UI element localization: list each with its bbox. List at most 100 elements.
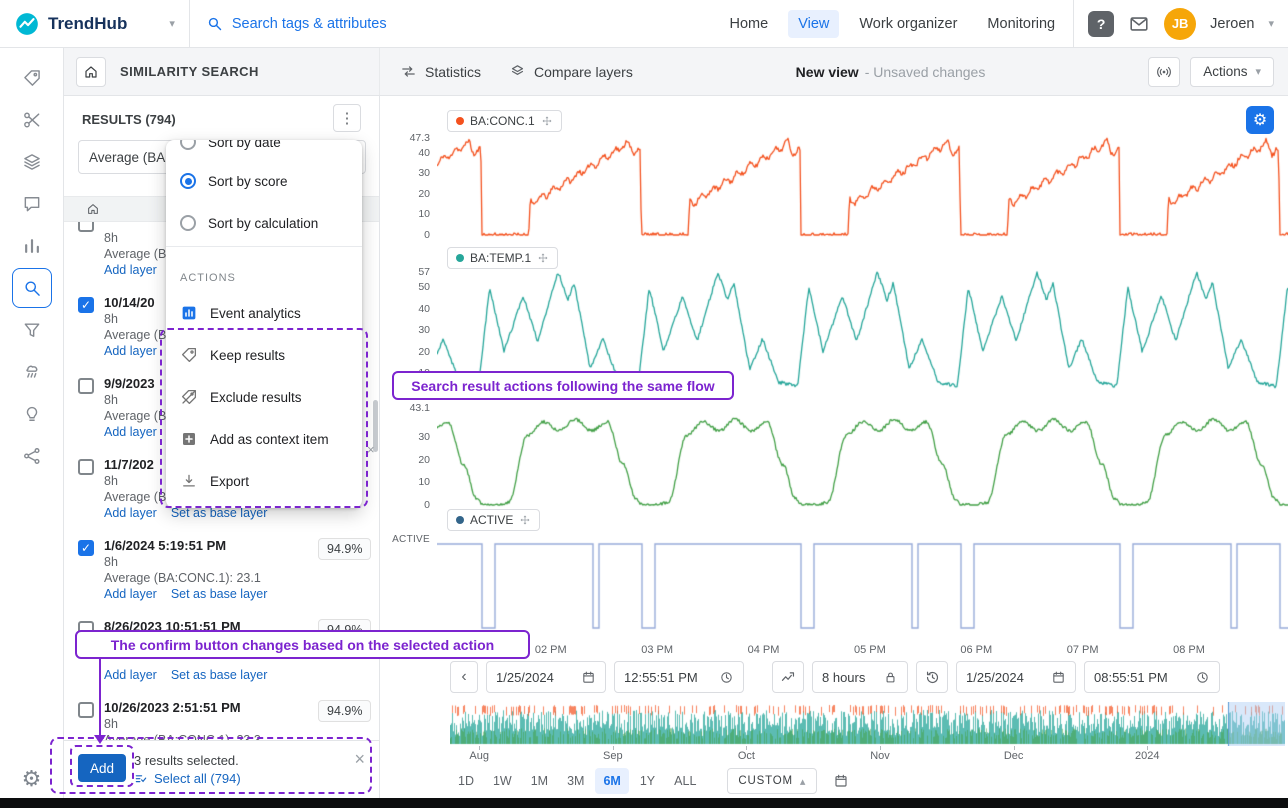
sidebar-item-comment[interactable] xyxy=(12,184,52,224)
result-checkbox[interactable] xyxy=(78,378,94,394)
bulb-icon xyxy=(22,404,42,424)
user-menu-caret-icon[interactable]: ▾ xyxy=(1268,17,1274,30)
result-duration: 8h xyxy=(104,393,118,407)
header-divider-2 xyxy=(1073,0,1074,48)
zoom-1d[interactable]: 1D xyxy=(450,768,482,794)
menu-action-event-analytics[interactable]: Event analytics xyxy=(166,292,362,334)
sidebar-item-gear[interactable]: ⚙ xyxy=(22,766,42,792)
brand-caret-icon[interactable]: ▾ xyxy=(169,17,175,30)
avatar[interactable]: JB xyxy=(1164,8,1196,40)
nav-item-view[interactable]: View xyxy=(788,10,839,38)
sidebar-item-layers[interactable] xyxy=(12,142,52,182)
live-button[interactable] xyxy=(1148,57,1180,87)
result-checkbox[interactable] xyxy=(78,540,94,556)
menu-action-exclude-results[interactable]: Exclude results xyxy=(166,376,362,418)
end-time-field[interactable]: 08:55:51 PM xyxy=(1084,661,1220,693)
menu-option-sort-by-date[interactable]: Sort by date xyxy=(166,140,362,160)
custom-calendar-button[interactable] xyxy=(828,768,854,794)
add-button[interactable]: Add xyxy=(78,754,126,782)
tab-statistics[interactable]: Statistics xyxy=(400,63,481,80)
nav-item-home[interactable]: Home xyxy=(720,10,779,38)
add-layer-link[interactable]: Add layer xyxy=(104,425,157,439)
add-layer-link[interactable]: Add layer xyxy=(104,668,157,682)
nav-item-monitoring[interactable]: Monitoring xyxy=(977,10,1065,38)
sidebar-item-filter[interactable] xyxy=(12,310,52,350)
annotation-arrow xyxy=(99,659,101,737)
sidebar-item-columns[interactable] xyxy=(12,226,52,266)
select-all-link[interactable]: Select all (794) xyxy=(134,771,241,786)
sidebar-item-nodes[interactable] xyxy=(12,436,52,476)
nav-item-work-organizer[interactable]: Work organizer xyxy=(849,10,967,38)
add-layer-link[interactable]: Add layer xyxy=(104,263,157,277)
result-checkbox[interactable] xyxy=(78,702,94,718)
series-chip-ba-temp-1[interactable]: BA:TEMP.1 xyxy=(447,247,558,269)
tag-icon xyxy=(180,346,198,364)
add-layer-link[interactable]: Add layer xyxy=(104,344,157,358)
menu-action-label: Exclude results xyxy=(210,390,302,405)
start-date-field[interactable]: 1/25/2024 xyxy=(486,661,606,693)
plussquare-icon xyxy=(180,430,198,448)
help-button[interactable]: ? xyxy=(1088,11,1114,37)
add-layer-link[interactable]: Add layer xyxy=(104,506,157,520)
end-date-field[interactable]: 1/25/2024 xyxy=(956,661,1076,693)
mail-button[interactable] xyxy=(1128,13,1150,35)
menu-action-export[interactable]: Export xyxy=(166,460,362,502)
zoom-3m[interactable]: 3M xyxy=(559,768,592,794)
trend-canvas-ba-conc-1[interactable] xyxy=(437,136,1288,237)
overview-canvas[interactable] xyxy=(450,702,1285,746)
duration-field[interactable]: 8 hours xyxy=(812,661,908,693)
menu-option-sort-by-calculation[interactable]: Sort by calculation xyxy=(166,202,362,244)
close-selection-button[interactable]: × xyxy=(354,749,365,770)
sidebar-item-bulb[interactable] xyxy=(12,394,52,434)
set-base-layer-link[interactable]: Set as base layer xyxy=(171,506,268,520)
chart-settings-button[interactable]: ⚙ xyxy=(1246,106,1274,134)
zoom-1m[interactable]: 1M xyxy=(523,768,556,794)
sidebar-item-rain[interactable] xyxy=(12,352,52,392)
series-chip-ba-conc-1[interactable]: BA:CONC.1 xyxy=(447,110,562,132)
brand-name: TrendHub xyxy=(48,14,127,34)
panel-close-x-icon[interactable]: × xyxy=(367,442,375,457)
radio-icon xyxy=(180,140,196,150)
set-base-layer-link[interactable]: Set as base layer xyxy=(171,668,268,682)
sidebar-item-search[interactable] xyxy=(12,268,52,308)
result-checkbox[interactable] xyxy=(78,459,94,475)
start-time-field[interactable]: 12:55:51 PM xyxy=(614,661,744,693)
score-badge: 94.9% xyxy=(318,700,371,722)
time-toolbar: ‹1/25/202412:55:51 PM8 hours1/25/202408:… xyxy=(450,660,1220,694)
sidebar-item-scissors[interactable] xyxy=(12,100,52,140)
selected-count-text: 3 results selected. xyxy=(134,753,239,768)
menu-action-add-as-context-item[interactable]: Add as context item xyxy=(166,418,362,460)
x-axis-tick: 04 PM xyxy=(741,644,785,656)
add-layer-link[interactable]: Add layer xyxy=(104,587,157,601)
prev-range-button[interactable]: ‹ xyxy=(450,661,478,693)
select-all-icon xyxy=(134,772,148,786)
result-links: Add layer Set as base layer xyxy=(104,587,267,601)
zoom-6m[interactable]: 6M xyxy=(595,768,628,794)
trend-canvas-active[interactable] xyxy=(437,536,1288,634)
zoom-1y[interactable]: 1Y xyxy=(632,768,663,794)
series-dot xyxy=(456,254,464,262)
series-chip-active[interactable]: ACTIVE xyxy=(447,509,540,531)
menu-option-sort-by-score[interactable]: Sort by score xyxy=(166,160,362,202)
actions-button[interactable]: Actions ▾ xyxy=(1190,57,1274,87)
menu-action-keep-results[interactable]: Keep results xyxy=(166,334,362,376)
icon-sidebar: ⚙ xyxy=(0,48,64,808)
home-button[interactable] xyxy=(76,57,106,87)
history-button[interactable] xyxy=(916,661,948,693)
tab-compare-layers[interactable]: Compare layers xyxy=(509,63,633,80)
trend-canvas-2[interactable] xyxy=(437,406,1288,507)
result-date: 10/14/20 xyxy=(104,295,155,310)
search-input[interactable] xyxy=(232,16,482,32)
brand[interactable]: TrendHub ▾ xyxy=(0,11,175,37)
trend-edit-button[interactable] xyxy=(772,661,804,693)
zoom-1w[interactable]: 1W xyxy=(485,768,520,794)
result-checkbox[interactable] xyxy=(78,297,94,313)
start-date-field-value: 1/25/2024 xyxy=(496,670,554,685)
sidebar-item-tag[interactable] xyxy=(12,58,52,98)
results-kebab-button[interactable]: ⋮ xyxy=(333,104,361,132)
y-axis-tick: 57 xyxy=(380,266,430,278)
score-badge: 94.9% xyxy=(318,538,371,560)
zoom-all[interactable]: ALL xyxy=(666,768,704,794)
set-base-layer-link[interactable]: Set as base layer xyxy=(171,587,268,601)
custom-range-button[interactable]: CUSTOM▴ xyxy=(727,768,817,794)
